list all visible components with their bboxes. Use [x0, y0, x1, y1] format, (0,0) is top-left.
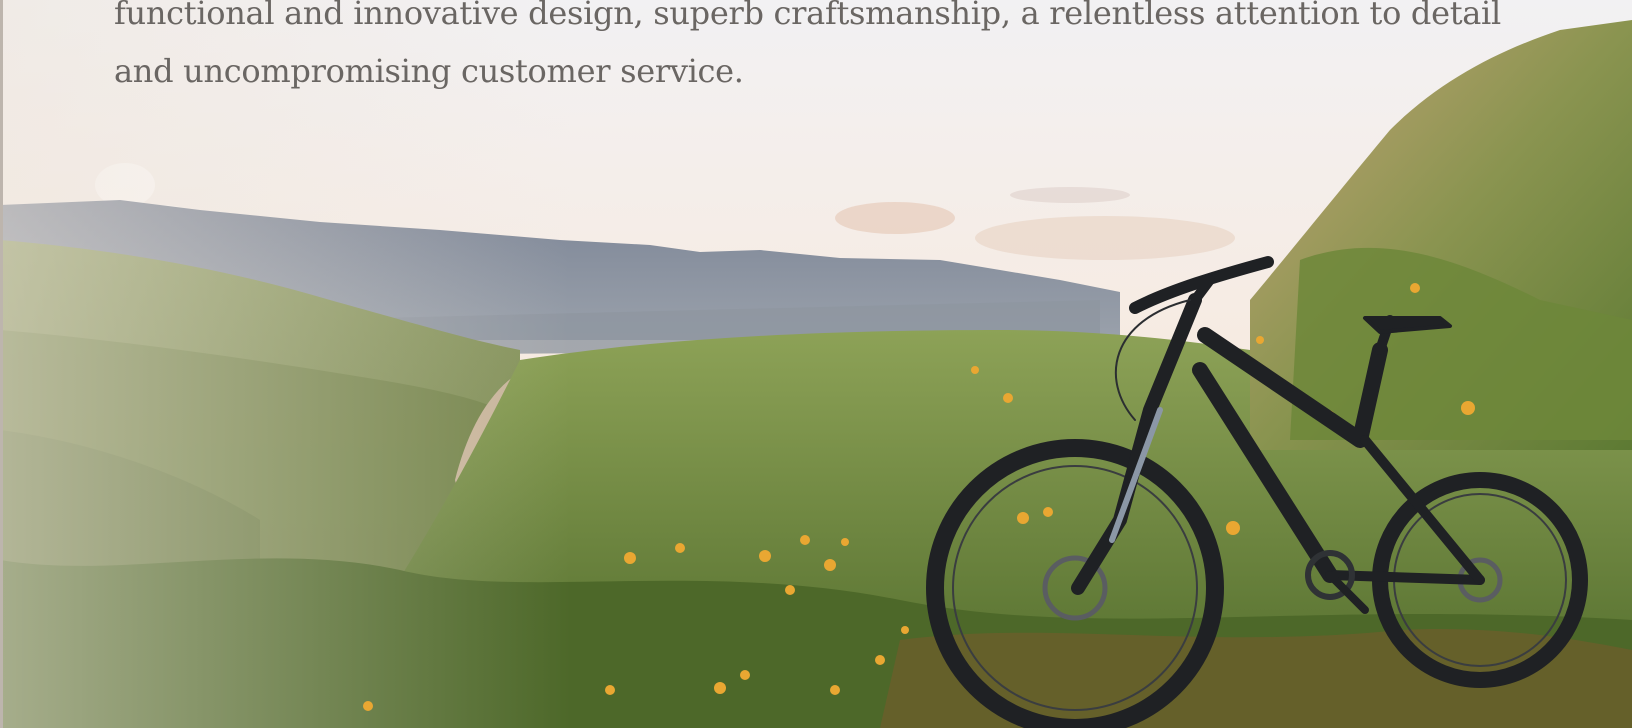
hero-description-line-2: and uncompromising customer service.: [114, 52, 744, 90]
hero-section: [0, 0, 1632, 728]
landscape-photo: [0, 0, 1632, 728]
hero-description-line-1: functional and innovative design, superb…: [114, 0, 1501, 32]
hero-description: functional and innovative design, superb…: [114, 0, 1501, 100]
left-border-rule: [0, 0, 3, 728]
